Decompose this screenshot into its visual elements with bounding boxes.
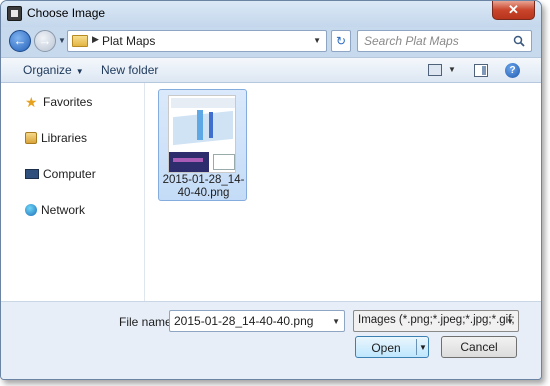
- file-name-value[interactable]: 2015-01-28_14-40-40.png: [174, 314, 313, 328]
- address-row: ← → ▼ ▶ Plat Maps ▼ ↻ Search Plat Maps: [1, 27, 541, 55]
- open-button[interactable]: Open ▼: [355, 336, 429, 358]
- command-bar: Organize ▼ New folder ▼ ?: [1, 57, 541, 83]
- file-item[interactable]: 2015-01-28_14-40-40.png: [158, 89, 247, 201]
- split-divider: [416, 339, 417, 355]
- window-title: Choose Image: [27, 6, 106, 20]
- forward-button[interactable]: →: [34, 30, 56, 52]
- choose-image-dialog: Choose Image ✕ ← → ▼ ▶ Plat Maps ▼ ↻ Sea…: [0, 0, 542, 380]
- organize-label: Organize: [23, 63, 72, 77]
- file-item-name: 2015-01-28_14-40-40.png: [162, 174, 245, 199]
- view-options-dropdown-icon[interactable]: ▼: [448, 65, 456, 74]
- search-placeholder: Search Plat Maps: [364, 34, 459, 48]
- new-folder-button[interactable]: New folder: [101, 63, 158, 77]
- cancel-button[interactable]: Cancel: [441, 336, 517, 358]
- file-type-dropdown-icon[interactable]: ▼: [506, 317, 514, 326]
- organize-button[interactable]: Organize ▼: [23, 63, 84, 77]
- refresh-button[interactable]: ↻: [331, 30, 351, 52]
- sidebar-item-label: Libraries: [41, 131, 88, 145]
- help-icon[interactable]: ?: [505, 63, 520, 78]
- network-icon: [25, 204, 37, 216]
- libraries-icon: [25, 132, 37, 144]
- open-button-label: Open: [371, 341, 401, 355]
- recent-locations-dropdown-icon[interactable]: ▼: [58, 36, 66, 45]
- open-options-dropdown-icon[interactable]: ▼: [419, 343, 427, 352]
- sidebar-item-favorites[interactable]: ★ Favorites: [25, 93, 92, 111]
- breadcrumb-chevron-icon[interactable]: ▶: [92, 34, 99, 45]
- close-button[interactable]: ✕: [492, 1, 535, 20]
- sidebar-item-label: Favorites: [43, 95, 93, 109]
- file-type-value: Images (*.png;*.jpeg;*.jpg;*.gif;: [358, 314, 515, 326]
- preview-pane-icon[interactable]: [474, 64, 488, 77]
- file-list[interactable]: 2015-01-28_14-40-40.png: [146, 83, 541, 301]
- address-bar[interactable]: ▶ Plat Maps ▼: [67, 30, 327, 52]
- folder-icon: [72, 35, 88, 47]
- sidebar-item-label: Computer: [43, 167, 96, 181]
- change-view-icon[interactable]: [428, 64, 442, 76]
- file-chooser-footer: File name: 2015-01-28_14-40-40.png ▼ Ima…: [1, 301, 541, 379]
- image-thumbnail: [168, 95, 236, 173]
- search-input[interactable]: Search Plat Maps: [357, 30, 532, 52]
- address-dropdown-icon[interactable]: ▼: [313, 36, 321, 45]
- sidebar-item-libraries[interactable]: Libraries: [25, 129, 87, 147]
- sidebar-item-label: Network: [41, 203, 86, 217]
- file-name-label: File name:: [119, 315, 176, 329]
- file-name-input[interactable]: 2015-01-28_14-40-40.png ▼: [169, 310, 345, 332]
- file-name-dropdown-icon[interactable]: ▼: [332, 317, 340, 326]
- computer-icon: [25, 169, 39, 179]
- search-icon[interactable]: [513, 35, 525, 47]
- breadcrumb-item[interactable]: Plat Maps: [102, 34, 155, 48]
- file-type-select[interactable]: Images (*.png;*.jpeg;*.jpg;*.gif; ▼: [353, 310, 519, 332]
- star-icon: ★: [25, 94, 38, 110]
- content-area: ★ Favorites Libraries Computer Network 2…: [1, 83, 541, 301]
- back-button[interactable]: ←: [9, 30, 31, 52]
- app-icon: [7, 6, 22, 21]
- title-bar: Choose Image ✕: [1, 1, 541, 27]
- sidebar-item-network[interactable]: Network: [25, 201, 85, 219]
- chevron-down-icon: ▼: [75, 67, 84, 76]
- navigation-pane: ★ Favorites Libraries Computer Network: [1, 83, 145, 301]
- sidebar-item-computer[interactable]: Computer: [25, 165, 96, 183]
